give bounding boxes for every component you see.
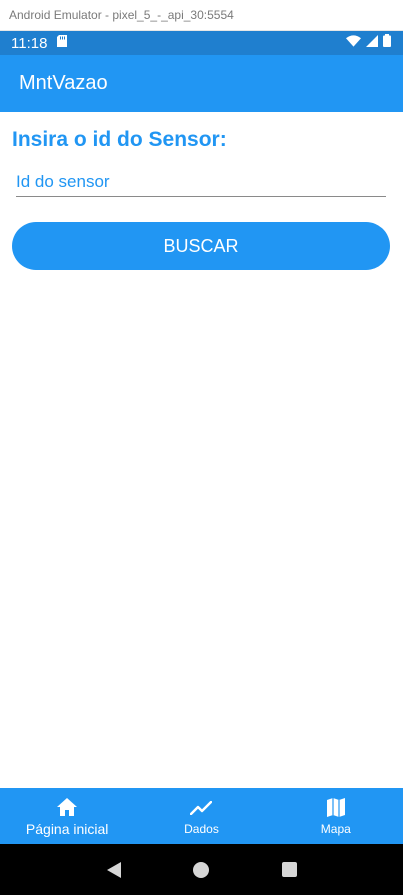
system-navigation-bar bbox=[0, 844, 403, 895]
sensor-id-field bbox=[16, 168, 386, 197]
nav-label-map: Mapa bbox=[320, 821, 351, 836]
main-content: Insira o id do Sensor: BUSCAR bbox=[0, 112, 403, 788]
wifi-icon bbox=[346, 34, 361, 52]
map-icon bbox=[325, 797, 347, 819]
status-bar: 11:18 bbox=[0, 31, 403, 55]
status-right bbox=[346, 34, 391, 52]
emulator-title-text: Android Emulator - pixel_5_-_api_30:5554 bbox=[9, 8, 234, 22]
search-button[interactable]: BUSCAR bbox=[12, 222, 390, 270]
emulator-window-title: Android Emulator - pixel_5_-_api_30:5554 bbox=[0, 0, 403, 31]
cell-signal-icon bbox=[366, 34, 378, 52]
nav-item-map[interactable]: Mapa bbox=[269, 788, 403, 844]
status-time: 11:18 bbox=[11, 34, 48, 52]
nav-item-data[interactable]: Dados bbox=[134, 788, 268, 844]
sd-card-icon bbox=[57, 34, 68, 52]
status-left: 11:18 bbox=[11, 34, 68, 52]
page-heading: Insira o id do Sensor: bbox=[12, 128, 227, 151]
back-icon[interactable] bbox=[102, 858, 126, 882]
bottom-navigation: Página inicial Dados Mapa bbox=[0, 788, 403, 844]
app-bar: MntVazao bbox=[0, 55, 403, 112]
nav-label-data: Dados bbox=[184, 821, 219, 836]
nav-label-home: Página inicial bbox=[25, 820, 109, 837]
nav-item-home[interactable]: Página inicial bbox=[0, 788, 134, 844]
home-circle-icon[interactable] bbox=[189, 858, 213, 882]
recents-icon[interactable] bbox=[277, 858, 301, 882]
home-icon bbox=[56, 796, 78, 818]
sensor-id-input[interactable] bbox=[16, 168, 386, 196]
battery-icon bbox=[383, 34, 391, 52]
app-title: MntVazao bbox=[19, 72, 108, 94]
trending-up-icon bbox=[190, 797, 213, 819]
